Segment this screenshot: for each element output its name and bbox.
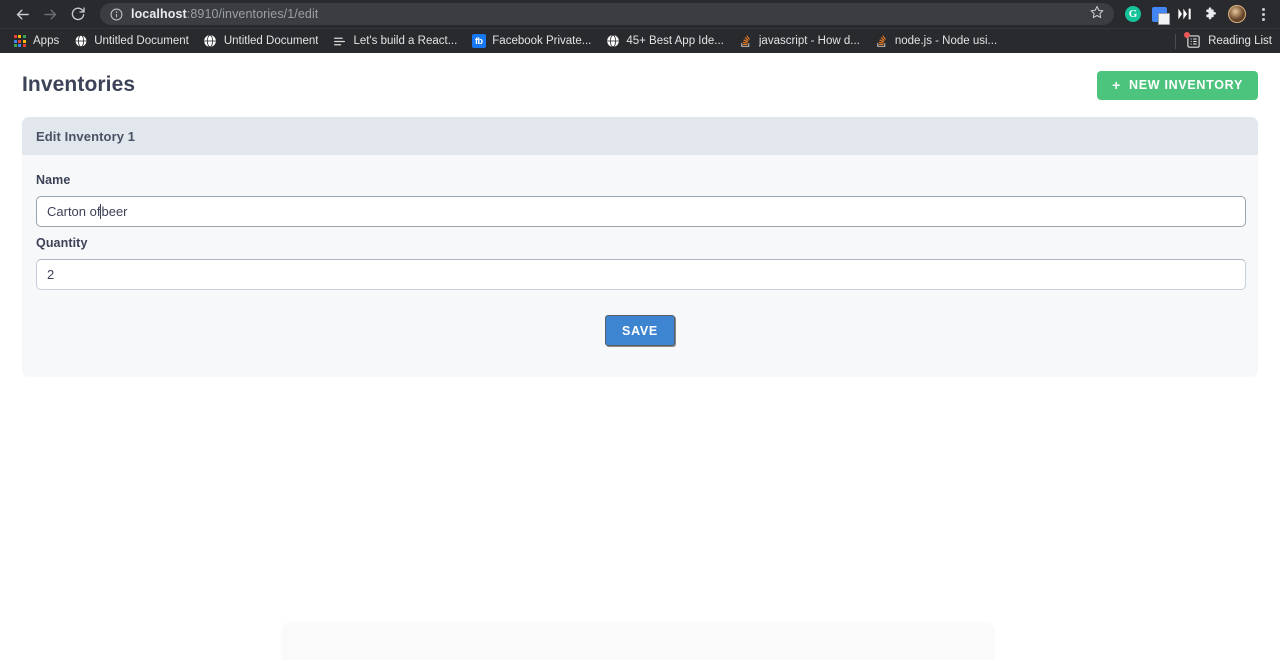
bookmark-item-react-article[interactable]: Let's build a React... bbox=[330, 31, 465, 52]
field-label-name: Name bbox=[36, 173, 71, 187]
stackoverflow-glyph bbox=[741, 34, 750, 47]
apps-grid-glyph bbox=[13, 35, 26, 47]
extensions-puzzle-icon[interactable] bbox=[1202, 5, 1220, 23]
star-glyph bbox=[1090, 5, 1104, 18]
puzzle-glyph bbox=[1206, 7, 1216, 20]
name-input-value-after-caret: beer bbox=[101, 204, 128, 219]
grammarly-extension-icon[interactable]: G bbox=[1124, 5, 1142, 23]
page-title: Inventories bbox=[22, 73, 136, 96]
bookmark-star-icon[interactable] bbox=[1082, 5, 1104, 24]
reading-list-label: Reading List bbox=[1208, 35, 1272, 47]
bookmark-item-javascript-question[interactable]: javascript - How d... bbox=[736, 31, 868, 52]
reload-button[interactable] bbox=[64, 0, 92, 28]
name-input-value-before-caret: Carton of bbox=[47, 204, 101, 219]
globe-icon bbox=[73, 34, 88, 49]
text-caret bbox=[100, 204, 102, 219]
field-quantity: Quantity 2 bbox=[36, 236, 1246, 290]
page-content: Inventories + NEW INVENTORY Edit Invento… bbox=[0, 53, 1280, 660]
name-input[interactable]: Carton of beer bbox=[36, 196, 1246, 227]
bookmark-label: javascript - How d... bbox=[758, 35, 860, 47]
save-button[interactable]: SAVE bbox=[605, 315, 675, 346]
profile-avatar[interactable] bbox=[1228, 5, 1246, 23]
field-name: Name Carton of beer bbox=[36, 173, 1246, 227]
bookmark-item-nodejs-question[interactable]: node.js - Node usi... bbox=[872, 31, 1005, 52]
reading-list-icon bbox=[1184, 31, 1201, 49]
back-button[interactable] bbox=[8, 0, 36, 28]
stackoverflow-icon bbox=[738, 34, 753, 49]
bookmark-label: Untitled Document bbox=[223, 35, 319, 47]
browser-chrome: localhost:8910/inventories/1/edit G Apps… bbox=[0, 0, 1280, 53]
bookmark-item-facebook[interactable]: fb Facebook Private... bbox=[469, 31, 599, 52]
document-lines-icon bbox=[332, 34, 347, 49]
extension-icons: G bbox=[1120, 5, 1272, 25]
medium-extension-icon[interactable] bbox=[1176, 5, 1194, 23]
info-circle-glyph bbox=[110, 8, 123, 20]
avatar-image bbox=[1228, 5, 1246, 23]
card-header-title: Edit Inventory 1 bbox=[36, 128, 136, 144]
browser-toolbar: localhost:8910/inventories/1/edit G bbox=[0, 0, 1280, 28]
url-host: localhost bbox=[131, 7, 187, 21]
new-inventory-button-label: NEW INVENTORY bbox=[1129, 78, 1243, 92]
notification-dot bbox=[1184, 31, 1191, 38]
bookmark-label: Apps bbox=[33, 35, 60, 47]
forward-button[interactable] bbox=[36, 0, 64, 28]
forward-arrow-icon bbox=[43, 9, 56, 19]
edit-inventory-card: Edit Inventory 1 Name Carton of beer Qua… bbox=[22, 117, 1258, 377]
lines-glyph bbox=[334, 37, 346, 45]
bookmark-item-app-ideas[interactable]: 45+ Best App Ide... bbox=[603, 31, 732, 52]
facebook-icon: fb bbox=[471, 34, 486, 49]
bottom-panel-sliver bbox=[282, 624, 994, 660]
bookmark-label: Untitled Document bbox=[94, 35, 189, 47]
back-arrow-icon bbox=[16, 9, 29, 19]
globe-glyph bbox=[204, 34, 217, 48]
globe-glyph bbox=[74, 34, 87, 48]
stackoverflow-glyph bbox=[877, 34, 886, 47]
medium-glyph bbox=[1178, 8, 1191, 20]
save-row: SAVE bbox=[36, 315, 1244, 346]
google-translate-extension-icon[interactable] bbox=[1150, 5, 1170, 25]
site-info-icon[interactable] bbox=[110, 8, 123, 21]
translate-glyph bbox=[1151, 6, 1170, 25]
bookmark-item-untitled-document-2[interactable]: Untitled Document bbox=[201, 31, 327, 52]
bookmark-item-untitled-document-1[interactable]: Untitled Document bbox=[71, 31, 197, 52]
apps-grid-icon bbox=[12, 34, 27, 49]
reload-icon bbox=[71, 7, 85, 21]
quantity-input-value: 2 bbox=[47, 267, 55, 282]
three-dots-glyph bbox=[1254, 5, 1272, 23]
stackoverflow-icon bbox=[874, 34, 889, 49]
bookmark-label: Let's build a React... bbox=[353, 35, 458, 47]
bookmarks-bar: Apps Untitled Document Untitled Document… bbox=[0, 28, 1280, 53]
bookmark-label: Facebook Private... bbox=[492, 35, 592, 47]
address-bar-url: localhost:8910/inventories/1/edit bbox=[131, 7, 318, 21]
globe-icon bbox=[203, 34, 218, 49]
new-inventory-button[interactable]: + NEW INVENTORY bbox=[1097, 70, 1258, 100]
facebook-glyph: fb bbox=[471, 34, 486, 48]
reading-list-button[interactable]: Reading List bbox=[1175, 31, 1272, 49]
url-path: :8910/inventories/1/edit bbox=[186, 7, 319, 21]
card-body: Name Carton of beer Quantity 2 SAVE bbox=[22, 155, 1258, 346]
globe-icon bbox=[605, 34, 620, 49]
bookmark-item-apps[interactable]: Apps bbox=[10, 31, 67, 52]
plus-icon: + bbox=[1112, 76, 1122, 93]
address-bar[interactable]: localhost:8910/inventories/1/edit bbox=[100, 3, 1114, 25]
bookmark-label: 45+ Best App Ide... bbox=[626, 35, 724, 47]
page-header: Inventories + NEW INVENTORY bbox=[0, 53, 1280, 117]
field-label-quantity: Quantity bbox=[36, 236, 88, 250]
card-header: Edit Inventory 1 bbox=[22, 117, 1258, 155]
bookmark-label: node.js - Node usi... bbox=[894, 35, 998, 47]
grammarly-glyph: G bbox=[1125, 6, 1141, 22]
chrome-menu-icon[interactable] bbox=[1254, 5, 1272, 23]
quantity-input[interactable]: 2 bbox=[36, 259, 1246, 290]
globe-glyph bbox=[607, 34, 619, 48]
